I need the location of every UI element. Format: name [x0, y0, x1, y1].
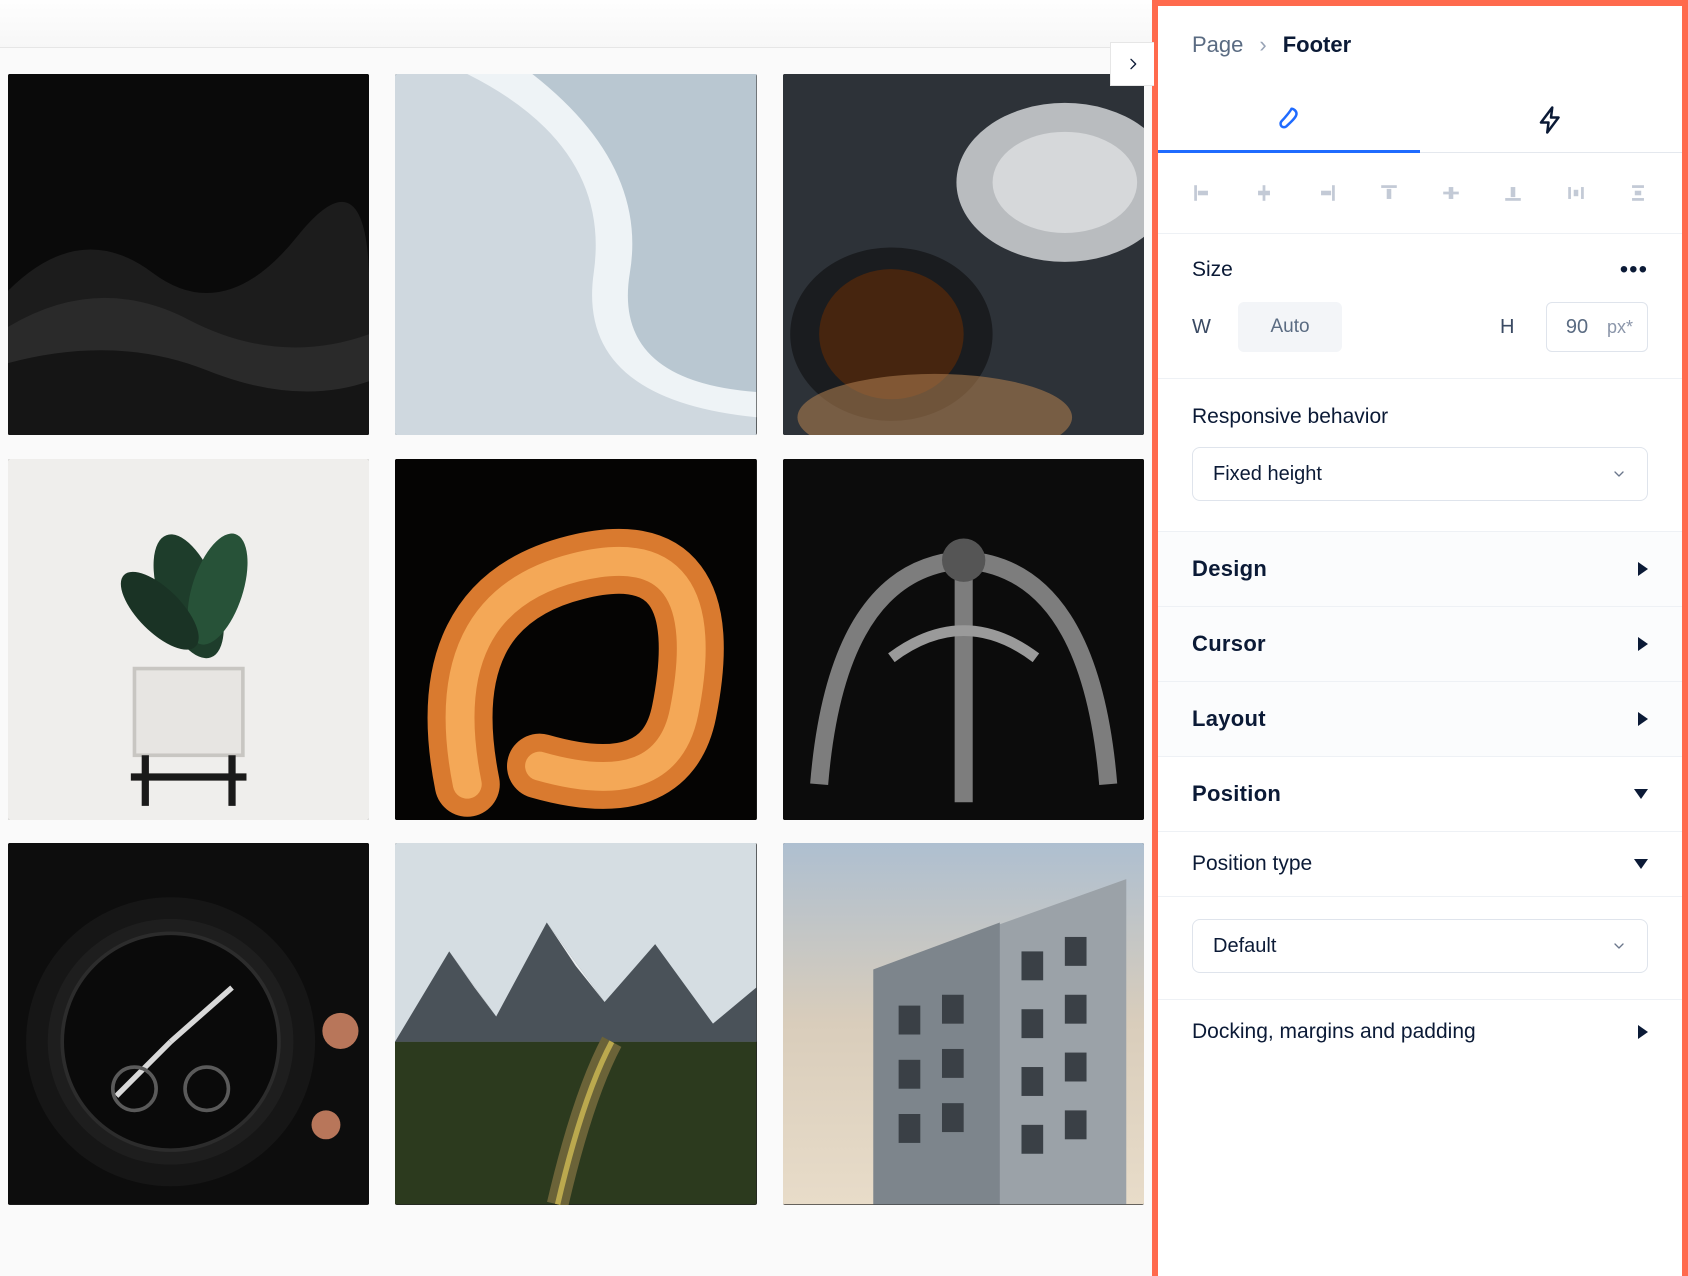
- triangle-down-icon: [1634, 789, 1648, 799]
- layout-accordion-label: Layout: [1192, 706, 1266, 732]
- abstract-black-terrain-image: [8, 74, 369, 435]
- mountain-road-image: [395, 843, 756, 1204]
- design-accordion[interactable]: Design: [1158, 532, 1682, 607]
- gallery-tile[interactable]: [8, 843, 369, 1204]
- brush-icon: [1274, 105, 1304, 135]
- width-input[interactable]: Auto: [1238, 302, 1342, 352]
- align-right-button[interactable]: [1307, 173, 1347, 213]
- responsive-section: Responsive behavior Fixed height: [1158, 379, 1682, 531]
- distribute-v-button[interactable]: [1618, 173, 1658, 213]
- size-title: Size: [1192, 258, 1233, 282]
- panel-tabs: [1158, 88, 1682, 153]
- triangle-right-icon: [1638, 637, 1648, 651]
- gallery-tile[interactable]: [8, 74, 369, 435]
- canvas-area: [0, 0, 1152, 1276]
- width-value: Auto: [1270, 316, 1309, 338]
- distribute-h-button[interactable]: [1556, 173, 1596, 213]
- position-type-label: Position type: [1192, 852, 1312, 876]
- triangle-right-icon: [1638, 712, 1648, 726]
- chevron-down-icon: [1611, 938, 1627, 954]
- chevron-right-icon: [1125, 56, 1141, 72]
- desk-speaker-image: [783, 74, 1144, 435]
- position-accordion[interactable]: Position: [1158, 757, 1682, 832]
- design-accordion-label: Design: [1192, 556, 1267, 582]
- position-type-dropdown-wrap: Default: [1158, 897, 1682, 1000]
- gallery-tile[interactable]: [783, 843, 1144, 1204]
- position-type-dropdown[interactable]: Default: [1192, 919, 1648, 973]
- align-top-button[interactable]: [1369, 173, 1409, 213]
- gallery-tile[interactable]: [395, 843, 756, 1204]
- triangle-down-icon: [1634, 859, 1648, 869]
- alignment-row: [1158, 153, 1682, 234]
- building-facade-image: [783, 843, 1144, 1204]
- triangle-right-icon: [1638, 562, 1648, 576]
- size-section: Size ••• W Auto H 90 px*: [1158, 234, 1682, 379]
- paper-curl-image: [395, 74, 756, 435]
- responsive-dropdown[interactable]: Fixed height: [1192, 447, 1648, 501]
- layout-accordion[interactable]: Layout: [1158, 682, 1682, 757]
- responsive-value: Fixed height: [1213, 463, 1322, 486]
- collapse-panel-button[interactable]: [1110, 42, 1154, 86]
- triangle-right-icon: [1638, 1025, 1648, 1039]
- bicycle-handlebar-image: [783, 459, 1144, 820]
- editor-topbar: [0, 0, 1152, 48]
- interactions-tab[interactable]: [1420, 88, 1682, 152]
- image-gallery: [0, 48, 1152, 1228]
- height-label: H: [1500, 316, 1528, 339]
- width-label: W: [1192, 316, 1220, 339]
- cursor-accordion[interactable]: Cursor: [1158, 607, 1682, 682]
- gallery-tile[interactable]: [783, 459, 1144, 820]
- responsive-label: Responsive behavior: [1192, 405, 1648, 429]
- black-watch-image: [8, 843, 369, 1204]
- size-more-button[interactable]: •••: [1620, 256, 1648, 284]
- lightning-icon: [1536, 105, 1566, 135]
- cursor-accordion-label: Cursor: [1192, 631, 1266, 657]
- align-center-h-button[interactable]: [1244, 173, 1284, 213]
- gallery-tile[interactable]: [783, 74, 1144, 435]
- align-left-button[interactable]: [1182, 173, 1222, 213]
- breadcrumb: Page › Footer: [1158, 6, 1682, 80]
- align-center-v-button[interactable]: [1431, 173, 1471, 213]
- orange-spiral-image: [395, 459, 756, 820]
- chevron-right-icon: ›: [1259, 32, 1266, 58]
- position-type-value: Default: [1213, 935, 1276, 958]
- docking-row[interactable]: Docking, margins and padding: [1158, 1000, 1682, 1064]
- height-input[interactable]: 90 px*: [1546, 302, 1648, 352]
- gallery-tile[interactable]: [8, 459, 369, 820]
- properties-panel: Page › Footer Size •••: [1152, 0, 1688, 1276]
- design-tab[interactable]: [1158, 88, 1420, 152]
- height-unit[interactable]: px*: [1607, 317, 1647, 338]
- accordion: Design Cursor Layout Position Position t…: [1158, 531, 1682, 1064]
- docking-label: Docking, margins and padding: [1192, 1020, 1476, 1044]
- gallery-tile[interactable]: [395, 74, 756, 435]
- align-bottom-button[interactable]: [1493, 173, 1533, 213]
- breadcrumb-current[interactable]: Footer: [1283, 32, 1351, 58]
- breadcrumb-page[interactable]: Page: [1192, 32, 1243, 58]
- position-type-row[interactable]: Position type: [1158, 832, 1682, 897]
- plant-pot-image: [8, 459, 369, 820]
- gallery-tile[interactable]: [395, 459, 756, 820]
- height-value: 90: [1547, 316, 1607, 339]
- position-accordion-label: Position: [1192, 781, 1281, 807]
- chevron-down-icon: [1611, 466, 1627, 482]
